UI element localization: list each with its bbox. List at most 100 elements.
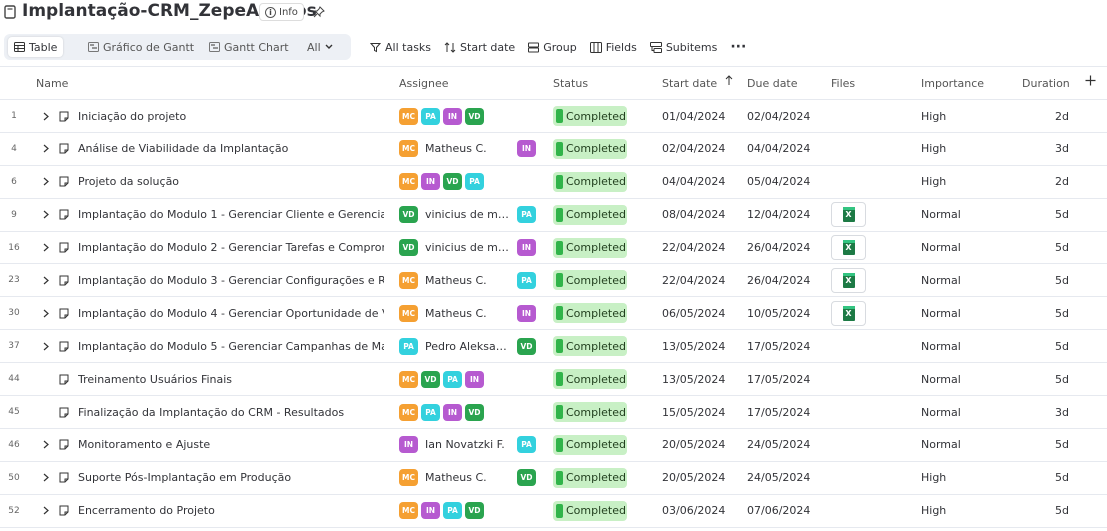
table-row[interactable]: 46 Monitoramento e Ajuste IN Ian Novatzki … <box>0 429 1107 462</box>
due-date[interactable]: 04/04/2024 <box>747 133 810 165</box>
duration[interactable]: 5d <box>1020 264 1069 296</box>
start-date[interactable]: 08/04/2024 <box>662 199 725 231</box>
due-date[interactable]: 24/05/2024 <box>747 429 810 461</box>
status-cell[interactable]: Completed <box>553 363 643 395</box>
task-name[interactable]: Suporte Pós-Implantação em Produção <box>78 462 384 494</box>
avatar[interactable]: MC <box>399 271 418 289</box>
table-row[interactable]: 52 Encerramento do Projeto MC IN PA VD Compl… <box>0 495 1107 528</box>
column-header-due-date[interactable]: Due date <box>747 77 798 90</box>
status-cell[interactable]: Completed <box>553 166 643 198</box>
add-column-button[interactable] <box>1085 75 1096 89</box>
avatar[interactable]: PA <box>443 370 462 388</box>
assignee-cell[interactable]: PA Pedro Aleksan... VD <box>399 330 544 362</box>
due-date[interactable]: 26/04/2024 <box>747 264 810 296</box>
start-date[interactable]: 13/05/2024 <box>662 363 725 395</box>
expand-toggle[interactable] <box>40 133 52 165</box>
avatar[interactable]: VD <box>465 403 484 421</box>
start-date[interactable]: 06/05/2024 <box>662 297 725 329</box>
status-cell[interactable]: Completed <box>553 133 643 165</box>
duration[interactable]: 2d <box>1020 100 1069 132</box>
file-thumbnail[interactable]: X <box>831 267 866 293</box>
start-date[interactable]: 04/04/2024 <box>662 166 725 198</box>
avatar[interactable]: MC <box>399 140 418 158</box>
avatar[interactable]: VD <box>517 469 536 487</box>
expand-toggle[interactable] <box>40 429 52 461</box>
status-cell[interactable]: Completed <box>553 100 643 132</box>
avatar[interactable]: PA <box>517 206 536 224</box>
avatar[interactable]: VD <box>399 239 418 257</box>
importance[interactable]: High <box>921 133 946 165</box>
files-cell[interactable]: X <box>831 264 866 296</box>
importance[interactable]: Normal <box>921 429 961 461</box>
avatar[interactable]: IN <box>399 436 418 454</box>
table-row[interactable]: 6 Projeto da solução MC IN VD PA Completed 0… <box>0 166 1107 199</box>
avatar[interactable]: MC <box>399 403 418 421</box>
expand-toggle[interactable] <box>40 264 52 296</box>
sort-ascending-icon[interactable] <box>725 75 733 89</box>
importance[interactable]: Normal <box>921 396 961 428</box>
file-thumbnail[interactable]: X <box>831 235 866 261</box>
start-date[interactable]: 01/04/2024 <box>662 100 725 132</box>
assignee-cell[interactable]: MC Matheus C. PA <box>399 264 544 296</box>
task-name[interactable]: Implantação do Modulo 4 - Gerenciar Opor… <box>78 297 384 329</box>
task-name[interactable]: Finalização da Implantação do CRM - Resu… <box>78 396 384 428</box>
views-dropdown[interactable]: All <box>301 37 339 57</box>
expand-toggle[interactable] <box>40 232 52 264</box>
expand-toggle[interactable] <box>40 100 52 132</box>
assignee-cell[interactable]: IN Ian Novatzki F. PA <box>399 429 544 461</box>
duration[interactable]: 5d <box>1020 297 1069 329</box>
due-date[interactable]: 24/05/2024 <box>747 462 810 494</box>
duration[interactable]: 5d <box>1020 429 1069 461</box>
table-row[interactable]: 23 Implantação do Modulo 3 - Gerenciar C… <box>0 264 1107 298</box>
status-cell[interactable]: Completed <box>553 429 643 461</box>
assignee-cell[interactable]: MC VD PA IN <box>399 363 544 395</box>
avatar[interactable]: VD <box>465 502 484 520</box>
assignee-cell[interactable]: MC IN PA VD <box>399 495 544 527</box>
avatar[interactable]: VD <box>399 206 418 224</box>
info-button[interactable]: i Info <box>259 3 304 21</box>
importance[interactable]: Normal <box>921 264 961 296</box>
avatar[interactable]: VD <box>421 370 440 388</box>
status-cell[interactable]: Completed <box>553 232 643 264</box>
avatar[interactable]: MC <box>399 502 418 520</box>
avatar[interactable]: VD <box>465 107 484 125</box>
column-header-duration[interactable]: Duration <box>1022 77 1070 90</box>
status-cell[interactable]: Completed <box>553 330 643 362</box>
avatar[interactable]: IN <box>517 239 536 257</box>
due-date[interactable]: 05/04/2024 <box>747 166 810 198</box>
avatar[interactable]: PA <box>465 173 484 191</box>
avatar[interactable]: IN <box>421 173 440 191</box>
start-date[interactable]: 22/04/2024 <box>662 264 725 296</box>
table-row[interactable]: 9 Implantação do Modulo 1 - Gerenciar Cl… <box>0 199 1107 232</box>
avatar[interactable]: MC <box>399 370 418 388</box>
expand-toggle[interactable] <box>40 495 52 527</box>
importance[interactable]: Normal <box>921 297 961 329</box>
avatar[interactable]: PA <box>421 107 440 125</box>
avatar[interactable]: IN <box>517 304 536 322</box>
task-name[interactable]: Projeto da solução <box>78 166 384 198</box>
column-header-assignee[interactable]: Assignee <box>399 77 449 90</box>
assignee-cell[interactable]: VD vinicius de mar... IN <box>399 232 544 264</box>
status-cell[interactable]: Completed <box>553 264 643 296</box>
column-header-start-date[interactable]: Start date <box>662 77 717 90</box>
expand-toggle[interactable] <box>40 330 52 362</box>
group-button[interactable]: Group <box>528 41 577 54</box>
assignee-cell[interactable]: MC Matheus C. VD <box>399 462 544 494</box>
filter-button[interactable]: All tasks <box>370 41 431 54</box>
table-row[interactable]: 37 Implantação do Modulo 5 - Gerenciar C… <box>0 330 1107 364</box>
expand-toggle[interactable] <box>40 462 52 494</box>
due-date[interactable]: 02/04/2024 <box>747 100 810 132</box>
due-date[interactable]: 17/05/2024 <box>747 330 810 362</box>
column-header-status[interactable]: Status <box>553 77 588 90</box>
importance[interactable]: Normal <box>921 199 961 231</box>
subitems-button[interactable]: Subitems <box>649 41 717 54</box>
assignee-cell[interactable]: VD vinicius de mar... PA <box>399 199 544 231</box>
start-date[interactable]: 20/05/2024 <box>662 429 725 461</box>
table-row[interactable]: 16 Implantação do Modulo 2 - Gerenciar T… <box>0 232 1107 265</box>
due-date[interactable]: 17/05/2024 <box>747 363 810 395</box>
due-date[interactable]: 17/05/2024 <box>747 396 810 428</box>
pin-button[interactable] <box>310 3 328 21</box>
task-name[interactable]: Implantação do Modulo 5 - Gerenciar Camp… <box>78 330 384 362</box>
table-row[interactable]: 30 Implantação do Modulo 4 - Gerenciar O… <box>0 297 1107 331</box>
due-date[interactable]: 12/04/2024 <box>747 199 810 231</box>
